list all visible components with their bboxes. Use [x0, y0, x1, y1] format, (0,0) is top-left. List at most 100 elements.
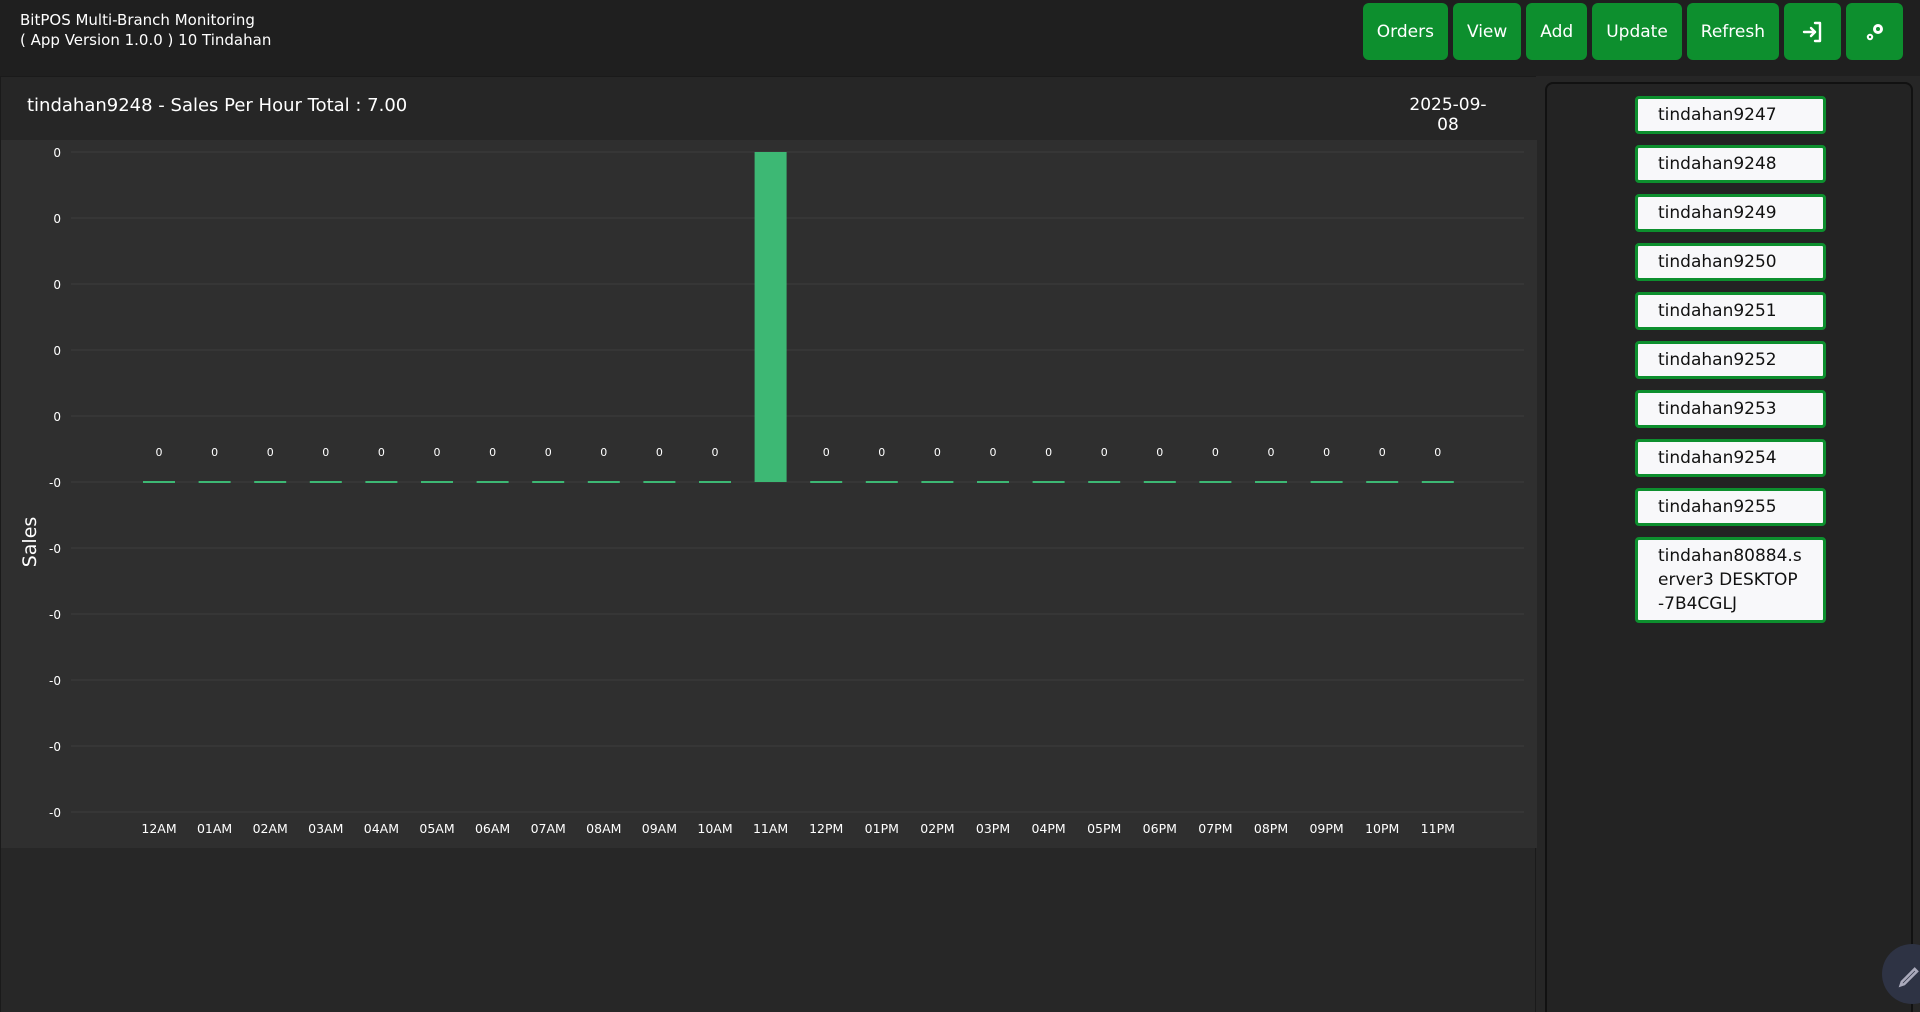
chart-title: tindahan9248 - Sales Per Hour Total : 7.… [27, 95, 408, 116]
bar [532, 481, 565, 483]
y-tick-label: 0 [53, 146, 61, 160]
bar-data-label: 0 [378, 446, 385, 459]
toolbar: Orders View Add Update Refresh [1362, 3, 1903, 60]
bar-data-label: 0 [267, 446, 274, 459]
x-tick-label: 11PM [1421, 821, 1455, 836]
bar-data-label: 0 [1323, 446, 1330, 459]
settings-button[interactable] [1846, 3, 1903, 60]
app-name: BitPOS Multi-Branch Monitoring [20, 11, 255, 29]
x-tick-label: 08PM [1254, 821, 1288, 836]
bar [587, 481, 620, 483]
branch-button[interactable]: tindahan9250 [1635, 243, 1826, 281]
bar [476, 481, 509, 483]
bar [977, 481, 1009, 483]
x-tick-label: 03PM [976, 821, 1010, 836]
x-tick-label: 09AM [642, 821, 677, 836]
pencil-icon [1898, 967, 1919, 988]
y-tick-label: -0 [49, 542, 61, 556]
bar-data-label: 0 [211, 446, 218, 459]
bar-data-label: 0 [322, 446, 329, 459]
bar [1421, 481, 1454, 483]
bar [1310, 481, 1343, 483]
x-tick-label: 01PM [865, 821, 899, 836]
y-tick-label: -0 [49, 806, 61, 820]
x-tick-label: 05PM [1087, 821, 1121, 836]
x-tick-label: 11AM [753, 821, 788, 836]
chart-header: tindahan9248 - Sales Per Hour Total : 7.… [1, 77, 1537, 145]
bar-data-label: 0 [1268, 446, 1275, 459]
branch-button[interactable]: tindahan9247 [1635, 96, 1826, 134]
branch-panel: tindahan9247 tindahan9248 tindahan9249 tind… [1545, 82, 1913, 1012]
branch-button[interactable]: tindahan9253 [1635, 390, 1826, 428]
y-tick-label: -0 [49, 476, 61, 490]
x-tick-label: 07PM [1198, 821, 1232, 836]
update-button[interactable]: Update [1592, 3, 1682, 60]
app-title: BitPOS Multi-Branch Monitoring ( App Ver… [20, 10, 271, 50]
logout-button[interactable] [1784, 3, 1841, 60]
bar-data-label: 0 [1212, 446, 1219, 459]
bar [1032, 481, 1065, 483]
y-tick-label: -0 [49, 674, 61, 688]
chart-panel: tindahan9248 - Sales Per Hour Total : 7.… [0, 76, 1537, 1012]
logout-icon [1802, 21, 1821, 42]
bar [198, 481, 231, 483]
branch-button[interactable]: tindahan80884.server3 DESKTOP-7B4CGLJ [1635, 537, 1826, 623]
branch-button[interactable]: tindahan9249 [1635, 194, 1826, 232]
y-tick-label: 0 [53, 278, 61, 292]
gears-icon [1866, 23, 1883, 40]
bar [1088, 481, 1121, 483]
bar [421, 481, 453, 483]
bar-data-label: 0 [823, 446, 830, 459]
sales-chart: 0 0 0 0 0 -0 -0 -0 -0 -0 -0 Sales 0 12AM 0 01AM 0 02AM 0 03… [1, 140, 1537, 848]
bar [921, 481, 954, 483]
x-tick-label: 06PM [1143, 821, 1177, 836]
bar-data-label: 0 [1045, 446, 1052, 459]
y-tick-label: -0 [49, 740, 61, 754]
bar [1143, 481, 1176, 483]
bar [365, 481, 398, 483]
x-tick-label: 10AM [697, 821, 732, 836]
bar-data-label: 0 [1379, 446, 1386, 459]
bar [1255, 481, 1287, 483]
x-tick-label: 09PM [1309, 821, 1343, 836]
bar-data-label: 0 [1434, 446, 1441, 459]
y-tick-label: 0 [53, 212, 61, 226]
bar-data-label: 0 [545, 446, 552, 459]
x-tick-label: 10PM [1365, 821, 1399, 836]
branch-button[interactable]: tindahan9252 [1635, 341, 1826, 379]
bar [643, 481, 676, 483]
bar-data-label: 0 [712, 446, 719, 459]
sales-bar-chart: 0 0 0 0 0 -0 -0 -0 -0 -0 -0 Sales 0 12AM 0 01AM 0 02AM 0 03… [19, 146, 1524, 836]
bar-data-label: 0 [1101, 446, 1108, 459]
bar [1366, 481, 1399, 483]
bar-data-label: 0 [489, 446, 496, 459]
bar [254, 481, 287, 483]
branch-list: tindahan9247 tindahan9248 tindahan9249 tind… [1635, 96, 1826, 634]
add-button[interactable]: Add [1526, 3, 1588, 60]
bar [699, 481, 731, 483]
bar [754, 152, 787, 482]
x-tick-label: 12PM [809, 821, 843, 836]
date-picker[interactable]: 2025-09-08 [1402, 95, 1494, 145]
refresh-button[interactable]: Refresh [1686, 3, 1779, 60]
x-tick-label: 01AM [197, 821, 232, 836]
bar [810, 481, 843, 483]
x-tick-label: 07AM [531, 821, 566, 836]
orders-button[interactable]: Orders [1362, 3, 1448, 60]
x-tick-label: 05AM [419, 821, 454, 836]
branch-button[interactable]: tindahan9251 [1635, 292, 1826, 330]
branch-button[interactable]: tindahan9248 [1635, 145, 1826, 183]
view-button[interactable]: View [1452, 3, 1522, 60]
x-tick-label: 06AM [475, 821, 510, 836]
y-tick-label: 0 [53, 410, 61, 424]
branch-button[interactable]: tindahan9255 [1635, 488, 1826, 526]
x-tick-label: 08AM [586, 821, 621, 836]
branch-button[interactable]: tindahan9254 [1635, 439, 1826, 477]
x-tick-label: 02AM [253, 821, 288, 836]
bar-data-label: 0 [934, 446, 941, 459]
bar [143, 481, 175, 483]
bar [1199, 481, 1232, 483]
bar [865, 481, 898, 483]
top-bar: BitPOS Multi-Branch Monitoring ( App Ver… [0, 0, 1920, 76]
x-tick-label: 12AM [141, 821, 176, 836]
